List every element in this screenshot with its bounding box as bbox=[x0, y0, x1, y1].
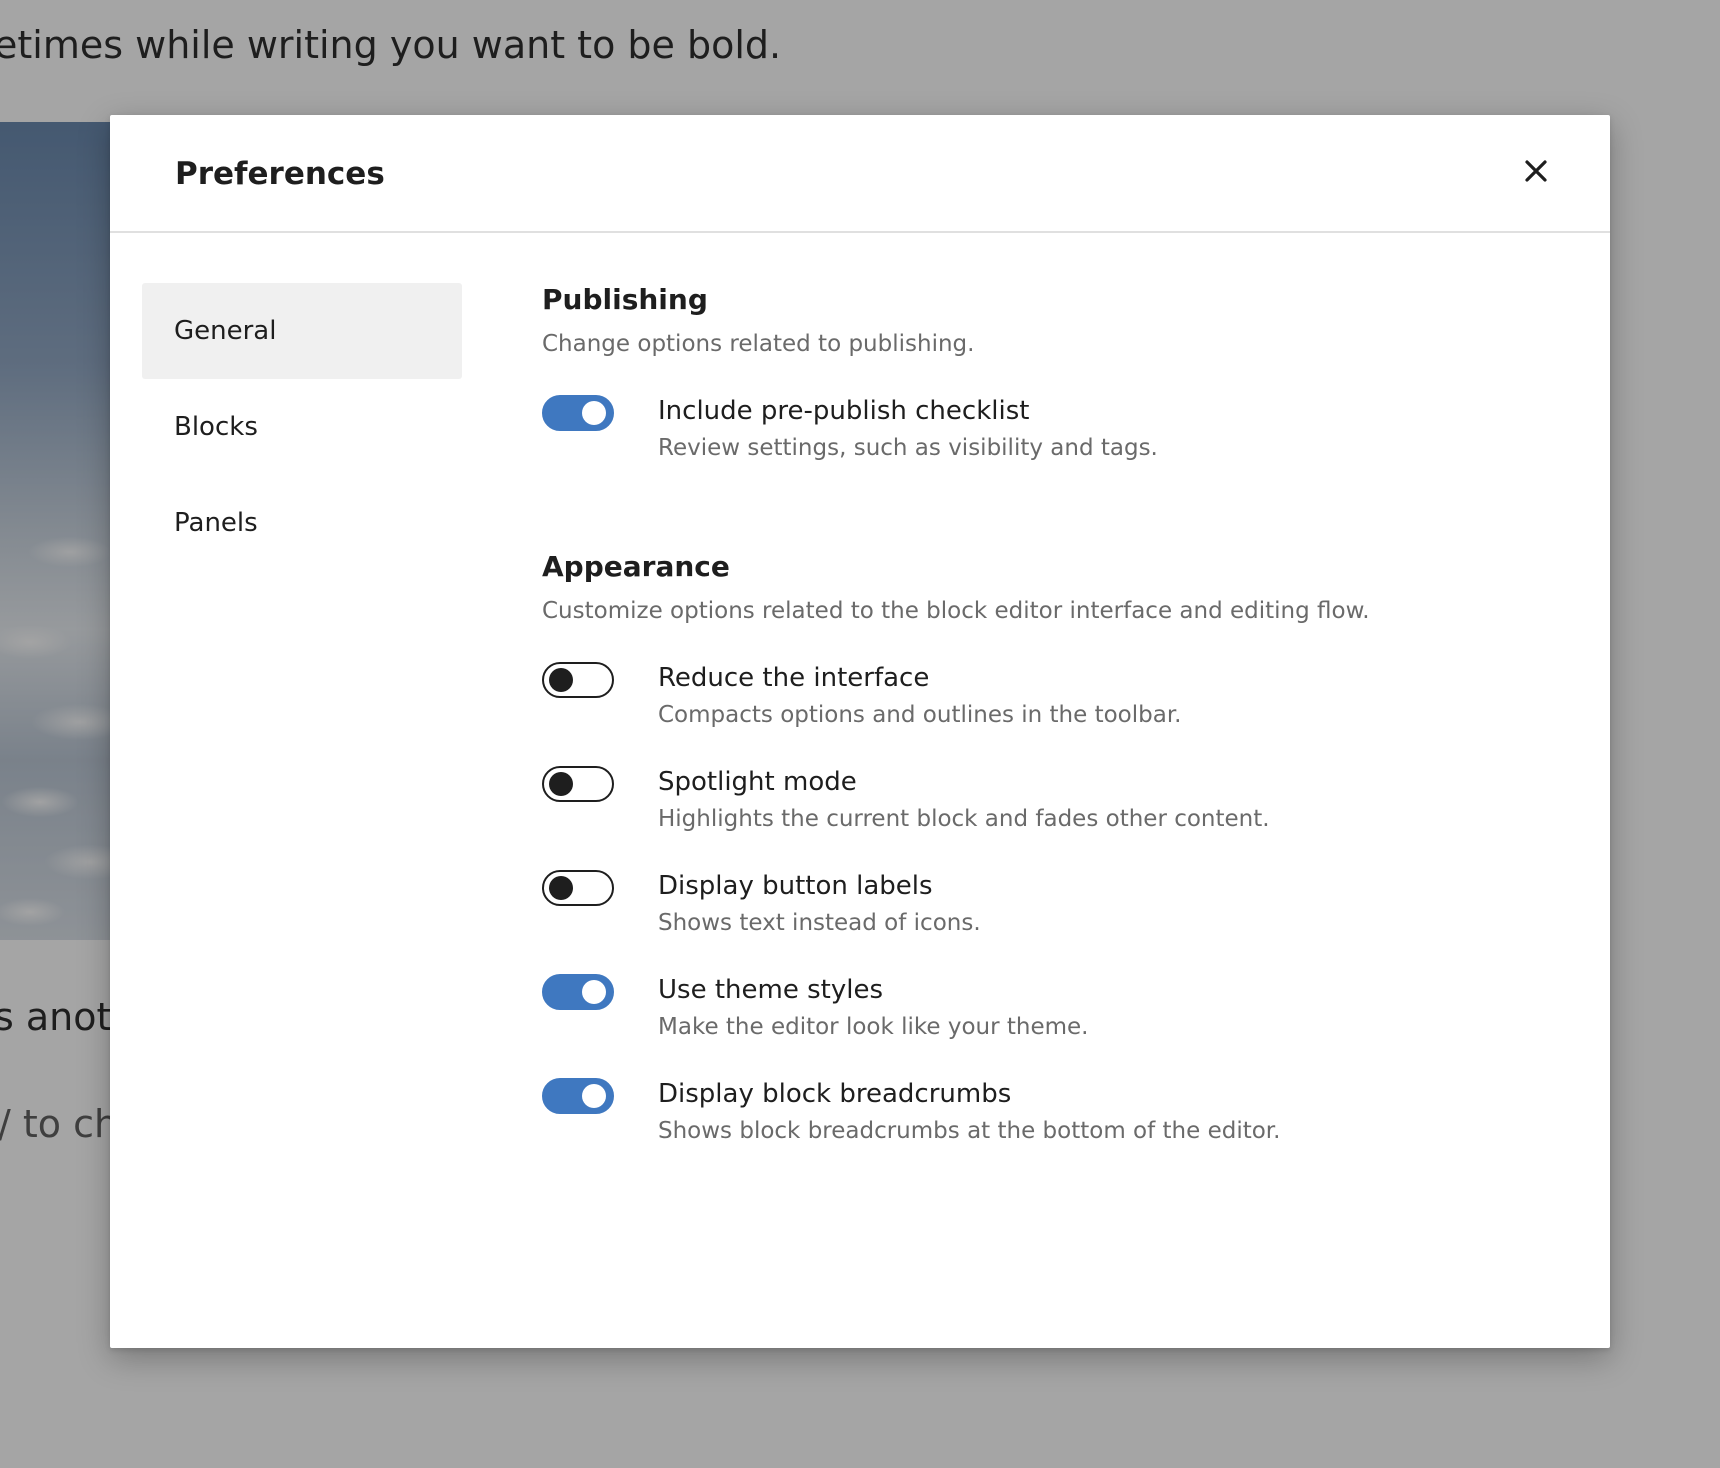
preferences-sidebar: General Blocks Panels bbox=[142, 283, 462, 571]
option-label: Include pre-publish checklist bbox=[658, 396, 1030, 426]
option-help: Highlights the current block and fades o… bbox=[658, 806, 1270, 832]
toggle-knob bbox=[549, 876, 573, 900]
toggle-knob bbox=[582, 980, 606, 1004]
appearance-section: Appearance Customize options related to … bbox=[542, 547, 1562, 1182]
preferences-content: Publishing Change options related to pub… bbox=[542, 280, 1562, 1182]
sidebar-item-general[interactable]: General bbox=[142, 283, 462, 379]
option-use-theme-styles: Use theme styles Make the editor look li… bbox=[542, 974, 1562, 1078]
option-label: Spotlight mode bbox=[658, 767, 857, 797]
reduce-interface-toggle[interactable] bbox=[542, 662, 614, 698]
sidebar-item-label: General bbox=[174, 316, 277, 346]
option-label: Display block breadcrumbs bbox=[658, 1079, 1012, 1109]
use-theme-styles-toggle[interactable] bbox=[542, 974, 614, 1010]
option-label: Use theme styles bbox=[658, 975, 883, 1005]
toggle-knob bbox=[582, 1084, 606, 1108]
option-spotlight-mode: Spotlight mode Highlights the current bl… bbox=[542, 766, 1562, 870]
pre-publish-checklist-toggle[interactable] bbox=[542, 395, 614, 431]
close-button[interactable] bbox=[1512, 147, 1560, 195]
close-icon bbox=[1525, 160, 1547, 182]
option-help: Review settings, such as visibility and … bbox=[658, 435, 1158, 461]
sidebar-item-label: Blocks bbox=[174, 412, 258, 442]
toggle-knob bbox=[549, 668, 573, 692]
spotlight-mode-toggle[interactable] bbox=[542, 766, 614, 802]
display-block-breadcrumbs-toggle[interactable] bbox=[542, 1078, 614, 1114]
display-button-labels-toggle[interactable] bbox=[542, 870, 614, 906]
section-title: Publishing bbox=[542, 283, 708, 316]
sidebar-item-label: Panels bbox=[174, 508, 258, 538]
modal-header: Preferences bbox=[110, 115, 1610, 233]
sidebar-item-panels[interactable]: Panels bbox=[142, 475, 462, 571]
modal-title: Preferences bbox=[175, 156, 385, 192]
option-pre-publish-checklist: Include pre-publish checklist Review set… bbox=[542, 395, 1562, 499]
option-reduce-interface: Reduce the interface Compacts options an… bbox=[542, 662, 1562, 766]
section-description: Customize options related to the block e… bbox=[542, 598, 1370, 624]
option-label: Reduce the interface bbox=[658, 663, 930, 693]
option-display-block-breadcrumbs: Display block breadcrumbs Shows block br… bbox=[542, 1078, 1562, 1182]
option-display-button-labels: Display button labels Shows text instead… bbox=[542, 870, 1562, 974]
option-label: Display button labels bbox=[658, 871, 933, 901]
toggle-knob bbox=[549, 772, 573, 796]
sidebar-item-blocks[interactable]: Blocks bbox=[142, 379, 462, 475]
option-help: Shows block breadcrumbs at the bottom of… bbox=[658, 1118, 1281, 1144]
publishing-section: Publishing Change options related to pub… bbox=[542, 280, 1562, 499]
toggle-knob bbox=[582, 401, 606, 425]
preferences-modal: Preferences General Blocks Panels Publis… bbox=[110, 115, 1610, 1348]
option-help: Shows text instead of icons. bbox=[658, 910, 981, 936]
option-help: Make the editor look like your theme. bbox=[658, 1014, 1089, 1040]
option-help: Compacts options and outlines in the too… bbox=[658, 702, 1182, 728]
section-title: Appearance bbox=[542, 550, 730, 583]
section-description: Change options related to publishing. bbox=[542, 331, 975, 357]
